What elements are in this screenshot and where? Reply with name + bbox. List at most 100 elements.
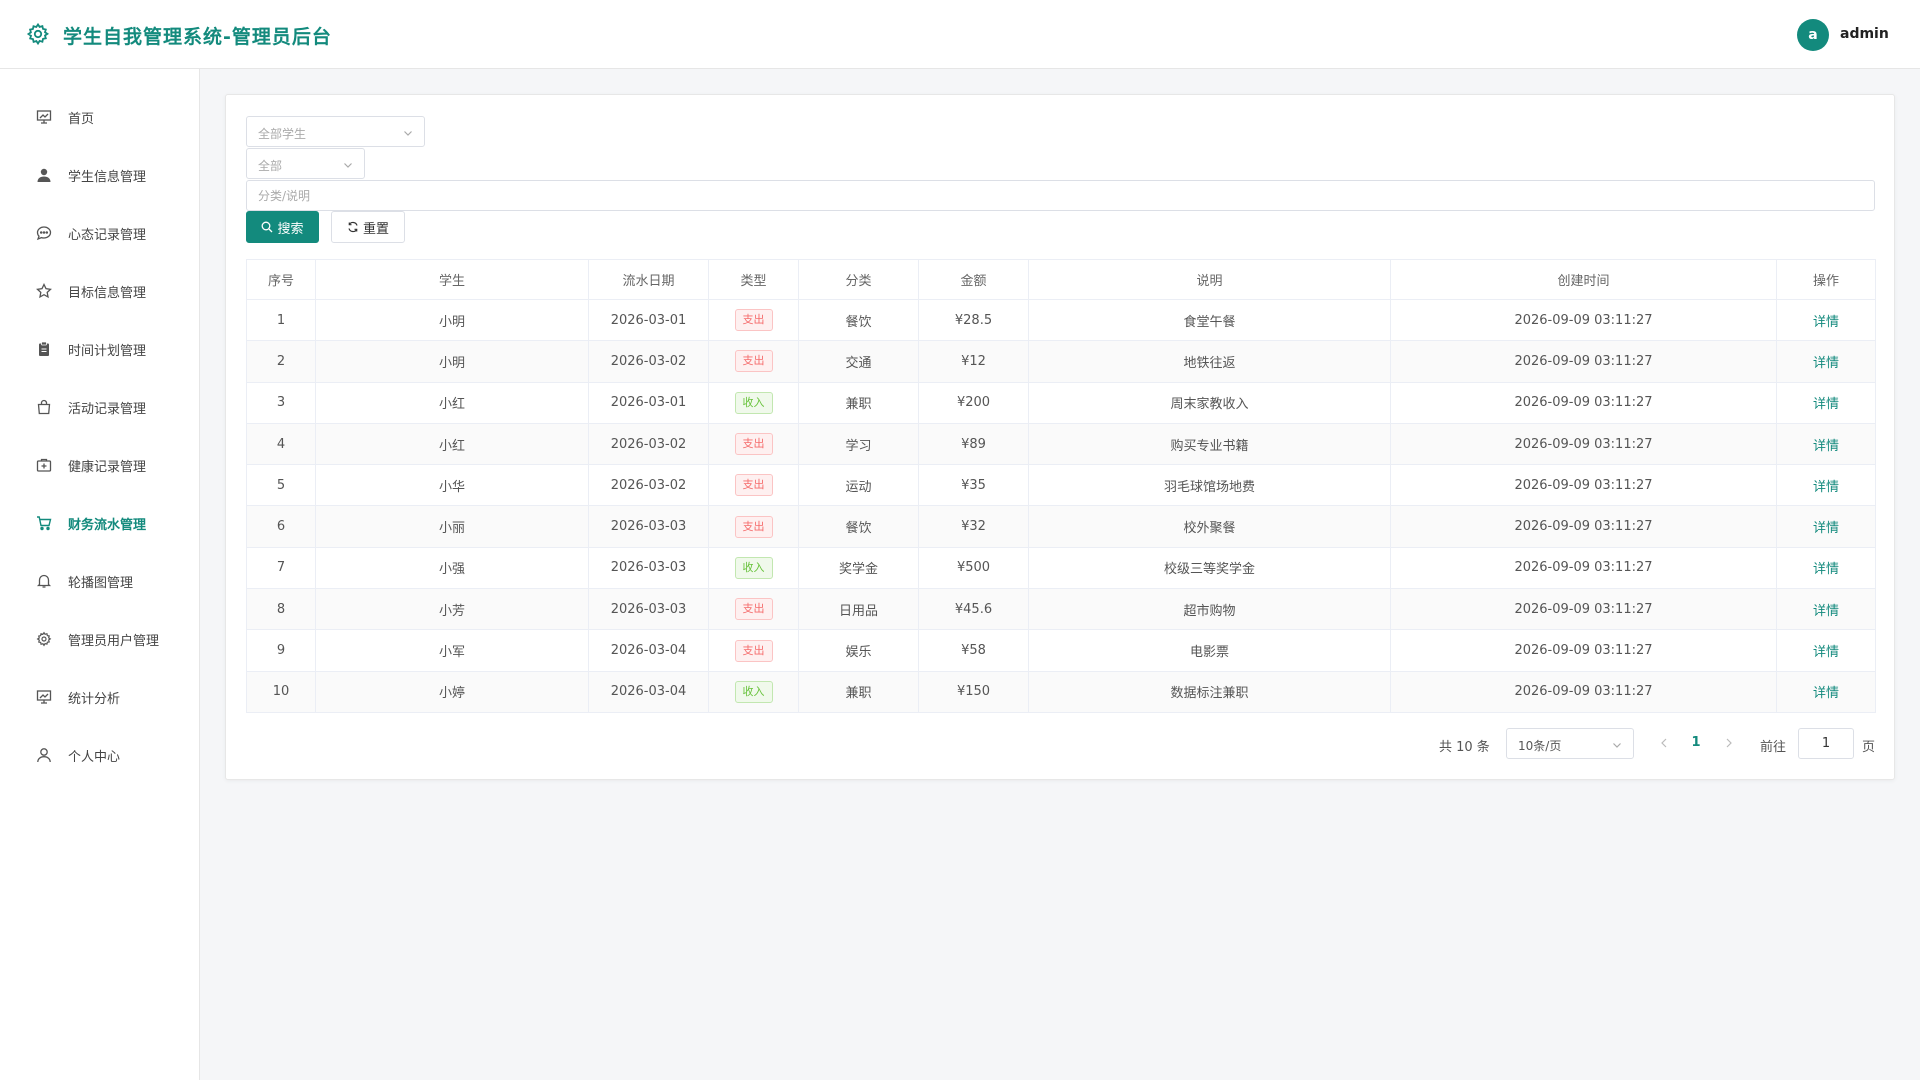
page-size-select[interactable]: 10条/页 <box>1506 728 1634 759</box>
detail-link[interactable]: 详情 <box>1813 397 1839 412</box>
cell-category: 学习 <box>798 422 919 466</box>
cell-created: 2026-09-09 03:11:27 <box>1390 629 1777 672</box>
type-tag: 支出 <box>734 515 773 538</box>
sidebar-item-profile[interactable]: 个人中心 <box>0 726 199 784</box>
keyword-input[interactable] <box>246 180 1875 211</box>
cell-created: 2026-09-09 03:11:27 <box>1390 422 1777 466</box>
cell-no: 5 <box>246 464 316 507</box>
cell-desc: 超市购物 <box>1028 588 1391 631</box>
cell-action: 详情 <box>1776 422 1876 466</box>
cell-amount: ¥58 <box>918 629 1029 672</box>
sidebar-item-finance[interactable]: 财务流水管理 <box>0 494 199 552</box>
prev-page-button[interactable] <box>1657 735 1671 751</box>
cell-category: 交通 <box>798 340 919 383</box>
search-button-label: 搜索 <box>277 221 304 237</box>
type-tag: 支出 <box>734 433 773 456</box>
cell-created: 2026-09-09 03:11:27 <box>1390 464 1777 507</box>
sidebar-item-students[interactable]: 学生信息管理 <box>0 146 199 204</box>
cell-date: 2026-03-03 <box>588 588 709 631</box>
table-row: 9 小军 2026-03-04 支出 娱乐 ¥58 电影票 2026-09-09… <box>246 629 1876 672</box>
type-select[interactable]: 全部 <box>246 148 365 179</box>
sidebar-item-activities[interactable]: 活动记录管理 <box>0 378 199 436</box>
cell-type: 支出 <box>708 340 799 383</box>
detail-link[interactable]: 详情 <box>1813 562 1839 577</box>
detail-link[interactable]: 详情 <box>1813 439 1839 454</box>
reset-button[interactable]: 重置 <box>331 211 405 243</box>
cell-no: 6 <box>246 505 316 548</box>
sidebar-item-admin-users[interactable]: 管理员用户管理 <box>0 610 199 668</box>
sidebar-item-home[interactable]: 首页 <box>0 88 199 146</box>
gear-icon <box>35 630 53 648</box>
avatar[interactable]: a <box>1797 19 1829 51</box>
sidebar-item-label: 首页 <box>68 111 95 127</box>
detail-link[interactable]: 详情 <box>1813 315 1839 330</box>
detail-link[interactable]: 详情 <box>1813 480 1839 495</box>
cell-amount: ¥45.6 <box>918 588 1029 631</box>
top-header: 学生自我管理系统-管理员后台 a admin <box>0 0 1920 69</box>
page-number-current[interactable]: 1 <box>1687 735 1705 750</box>
cell-amount: ¥12 <box>918 340 1029 383</box>
student-select-value: 全部学生 <box>258 127 307 141</box>
sidebar-item-health[interactable]: 健康记录管理 <box>0 436 199 494</box>
sidebar-item-statistics[interactable]: 统计分析 <box>0 668 199 726</box>
table-header-row: 序号 学生 流水日期 类型 分类 金额 说明 创建时间 操作 <box>246 259 1876 300</box>
table-row: 3 小红 2026-03-01 收入 兼职 ¥200 周末家教收入 2026-0… <box>246 381 1876 424</box>
column-header: 创建时间 <box>1390 259 1777 300</box>
clipboard-icon <box>35 340 53 358</box>
finance-table: 序号 学生 流水日期 类型 分类 金额 说明 创建时间 操作 1 小明 2026… <box>246 259 1876 713</box>
cell-action: 详情 <box>1776 381 1876 424</box>
sidebar-item-goals[interactable]: 目标信息管理 <box>0 262 199 320</box>
sidebar-item-carousel[interactable]: 轮播图管理 <box>0 552 199 610</box>
detail-link[interactable]: 详情 <box>1813 521 1839 536</box>
username[interactable]: admin <box>1840 26 1889 42</box>
gear-logo-icon <box>26 22 50 46</box>
goto-label: 前往 <box>1760 740 1787 755</box>
sidebar-item-label: 管理员用户管理 <box>68 633 160 649</box>
cell-amount: ¥89 <box>918 422 1029 466</box>
sidebar-item-time-plan[interactable]: 时间计划管理 <box>0 320 199 378</box>
cell-type: 支出 <box>708 422 799 466</box>
search-button[interactable]: 搜索 <box>246 211 319 243</box>
type-tag: 支出 <box>734 598 773 621</box>
cell-desc: 校外聚餐 <box>1028 505 1391 548</box>
chevron-down-icon <box>344 163 352 168</box>
cell-type: 支出 <box>708 298 799 342</box>
type-select-value: 全部 <box>258 159 283 173</box>
cell-type: 支出 <box>708 588 799 631</box>
cell-created: 2026-09-09 03:11:27 <box>1390 340 1777 383</box>
bag-icon <box>35 398 53 416</box>
goto-page-input[interactable] <box>1798 728 1854 759</box>
cell-action: 详情 <box>1776 298 1876 342</box>
cell-action: 详情 <box>1776 670 1876 713</box>
chevron-right-icon <box>1726 738 1732 748</box>
next-page-button[interactable] <box>1722 735 1736 751</box>
cell-created: 2026-09-09 03:11:27 <box>1390 588 1777 631</box>
star-icon <box>35 282 53 300</box>
detail-link[interactable]: 详情 <box>1813 645 1839 660</box>
cell-amount: ¥500 <box>918 546 1029 590</box>
page-unit-label: 页 <box>1862 740 1876 755</box>
cell-created: 2026-09-09 03:11:27 <box>1390 381 1777 424</box>
user-icon <box>35 166 53 184</box>
detail-link[interactable]: 详情 <box>1813 604 1839 619</box>
cell-amount: ¥32 <box>918 505 1029 548</box>
detail-link[interactable]: 详情 <box>1813 356 1839 371</box>
cell-category: 奖学金 <box>798 546 919 590</box>
cell-amount: ¥150 <box>918 670 1029 713</box>
cell-date: 2026-03-03 <box>588 546 709 590</box>
column-header: 说明 <box>1028 259 1391 300</box>
sidebar: 首页 学生信息管理 心态记录管理 目标信息管理 时间计划管理 活动记录管理 健康… <box>0 69 200 1080</box>
cell-desc: 数据标注兼职 <box>1028 670 1391 713</box>
table-row: 6 小丽 2026-03-03 支出 餐饮 ¥32 校外聚餐 2026-09-0… <box>246 505 1876 548</box>
reset-button-label: 重置 <box>362 221 389 237</box>
cell-created: 2026-09-09 03:11:27 <box>1390 298 1777 342</box>
bell-icon <box>35 572 53 590</box>
cell-amount: ¥35 <box>918 464 1029 507</box>
app-title: 学生自我管理系统-管理员后台 <box>63 26 332 48</box>
cell-amount: ¥200 <box>918 381 1029 424</box>
cell-amount: ¥28.5 <box>918 298 1029 342</box>
student-select[interactable]: 全部学生 <box>246 116 425 147</box>
detail-link[interactable]: 详情 <box>1813 686 1839 701</box>
type-tag: 支出 <box>734 639 773 662</box>
sidebar-item-mood[interactable]: 心态记录管理 <box>0 204 199 262</box>
